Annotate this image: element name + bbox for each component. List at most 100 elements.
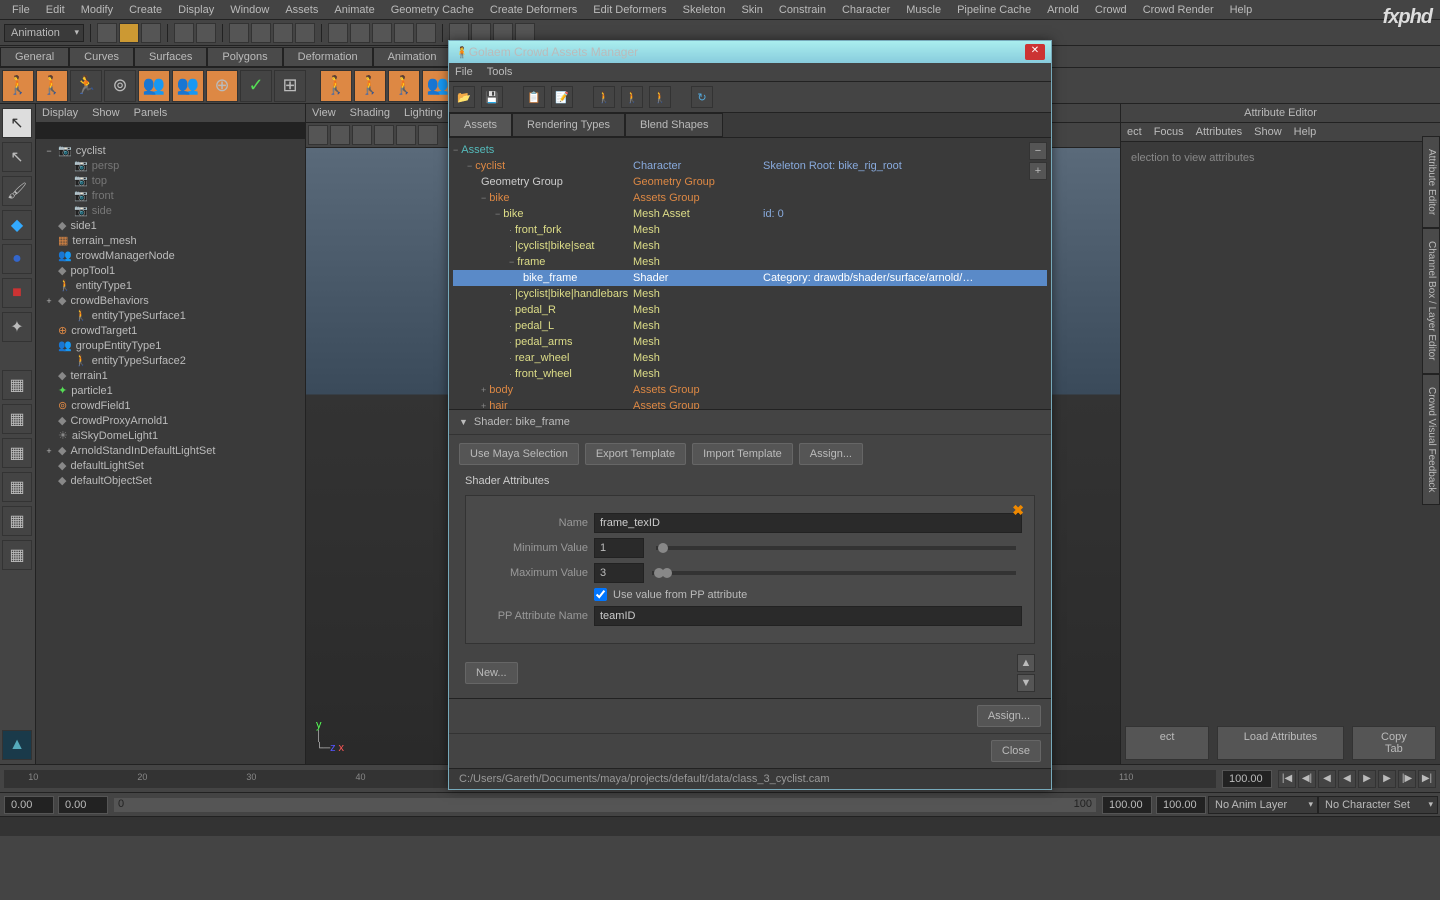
tb-new[interactable] [97,23,117,43]
shelf-6[interactable]: 👥 [172,70,204,102]
asset-tree[interactable]: − + −Assets−cyclistCharacterSkeleton Roo… [449,138,1051,410]
menu-skeleton[interactable]: Skeleton [675,2,734,18]
menu-animate[interactable]: Animate [326,2,382,18]
scale-tool[interactable]: ■ [2,278,32,308]
outliner-item[interactable]: +◆crowdBehaviors [40,293,301,308]
dlg-tab-rendering-types[interactable]: Rendering Types [512,113,625,137]
menu-pipeline-cache[interactable]: Pipeline Cache [949,2,1039,18]
dialog-titlebar[interactable]: 🧍 Golaem Crowd Assets Manager ✕ [449,41,1051,63]
attr-load[interactable]: Load Attributes [1217,726,1344,760]
menu-arnold[interactable]: Arnold [1039,2,1087,18]
dialog-assign-button[interactable]: Assign... [977,705,1041,727]
shelf-tab-deformation[interactable]: Deformation [283,47,373,67]
tree-row[interactable]: +bodyAssets Group [453,382,1047,398]
outliner-item[interactable]: 📷persp [40,158,301,173]
select-tool[interactable]: ↖ [2,108,32,138]
dlg-t1[interactable]: 📋 [523,86,545,108]
tree-row[interactable]: ·pedal_RMesh [453,302,1047,318]
tree-row[interactable]: ·front_forkMesh [453,222,1047,238]
shelf-5[interactable]: 👥 [138,70,170,102]
range-start-a[interactable]: 0.00 [4,796,54,814]
tree-row[interactable]: −frameMesh [453,254,1047,270]
pp-checkbox[interactable] [594,588,607,601]
vp-1[interactable] [308,125,328,145]
menu-assets[interactable]: Assets [277,2,326,18]
attr-menu[interactable]: ect [1127,126,1142,138]
rotate-tool[interactable]: ● [2,244,32,274]
dlg-t3[interactable]: 🚶 [593,86,615,108]
tb-g[interactable] [372,23,392,43]
attr-select[interactable]: ect [1125,726,1209,760]
tb-d[interactable] [295,23,315,43]
vp-4[interactable] [374,125,394,145]
tree-row[interactable]: +hairAssets Group [453,398,1047,410]
tree-row[interactable]: −Assets [453,142,1047,158]
move-tool[interactable]: ◆ [2,210,32,240]
outliner-item[interactable]: 📷side [40,203,301,218]
max-input[interactable] [594,563,644,583]
shelf-12[interactable]: 🚶 [388,70,420,102]
tb-i[interactable] [416,23,436,43]
tb-save[interactable] [141,23,161,43]
tree-row[interactable]: −cyclistCharacterSkeleton Root: bike_rig… [453,158,1047,174]
outliner-item[interactable]: ☀aiSkyDomeLight1 [40,428,301,443]
attr-up[interactable]: ▲ [1017,654,1035,672]
dialog-close-button[interactable]: Close [991,740,1041,762]
shelf-4[interactable]: ⊚ [104,70,136,102]
range-slider[interactable]: 0 100 [114,798,1096,812]
menu-crowd-render[interactable]: Crowd Render [1135,2,1222,18]
layout-3[interactable]: ▦ [2,438,32,468]
outliner-item[interactable]: ◆terrain1 [40,368,301,383]
right-tab[interactable]: Channel Box / Layer Editor [1422,228,1440,374]
menu-edit-deformers[interactable]: Edit Deformers [585,2,674,18]
attr-down[interactable]: ▼ [1017,674,1035,692]
dlg-menu-file[interactable]: File [455,66,473,78]
tree-row[interactable]: ·|cyclist|bike|handlebarsMesh [453,286,1047,302]
tree-expand[interactable]: + [1029,162,1047,180]
tree-collapse[interactable]: − [1029,142,1047,160]
manip-tool[interactable]: ✦ [2,312,32,342]
outliner-item[interactable]: ◆defaultLightSet [40,458,301,473]
tb-h[interactable] [394,23,414,43]
tree-row[interactable]: ·|cyclist|bike|seatMesh [453,238,1047,254]
new-attr-button[interactable]: New... [465,662,518,684]
outliner-item[interactable]: 👥groupEntityType1 [40,338,301,353]
outliner-item[interactable]: −📷cyclist [40,143,301,158]
shelf-3[interactable]: 🏃 [70,70,102,102]
shelf-10[interactable]: 🚶 [320,70,352,102]
tree-row[interactable]: Geometry GroupGeometry Group [453,174,1047,190]
goto-start[interactable]: |◀ [1278,770,1296,788]
outliner-menu-show[interactable]: Show [92,107,120,119]
dlg-t2[interactable]: 📝 [551,86,573,108]
step-fwd[interactable]: ▶ [1378,770,1396,788]
vp-6[interactable] [418,125,438,145]
vp-menu-lighting[interactable]: Lighting [404,107,443,119]
tree-row[interactable]: ·rear_wheelMesh [453,350,1047,366]
outliner-item[interactable]: 📷front [40,188,301,203]
outliner-item[interactable]: ◆defaultObjectSet [40,473,301,488]
dlg-t5[interactable]: 🚶 [649,86,671,108]
pp-input[interactable] [594,606,1022,626]
shelf-7[interactable]: ⊕ [206,70,238,102]
play-back[interactable]: ◀ [1338,770,1356,788]
tb-b[interactable] [251,23,271,43]
step-back-key[interactable]: ◀| [1298,770,1316,788]
tb-open[interactable] [119,23,139,43]
menu-geometry-cache[interactable]: Geometry Cache [383,2,482,18]
tb-c[interactable] [273,23,293,43]
attr-menu[interactable]: Show [1254,126,1282,138]
vp-2[interactable] [330,125,350,145]
menu-modify[interactable]: Modify [73,2,121,18]
dlg-t4[interactable]: 🚶 [621,86,643,108]
layout-2[interactable]: ▦ [2,404,32,434]
outliner-item[interactable]: +◆ArnoldStandInDefaultLightSet [40,443,301,458]
layout-5[interactable]: ▦ [2,506,32,536]
step-back[interactable]: ◀ [1318,770,1336,788]
outliner-item[interactable]: ⊕crowdTarget1 [40,323,301,338]
menu-create-deformers[interactable]: Create Deformers [482,2,585,18]
tb-redo[interactable] [196,23,216,43]
shelf-tab-polygons[interactable]: Polygons [207,47,282,67]
outliner-item[interactable]: 🚶entityType1 [40,278,301,293]
shelf-tab-surfaces[interactable]: Surfaces [134,47,207,67]
shelf-tab-animation[interactable]: Animation [373,47,452,67]
